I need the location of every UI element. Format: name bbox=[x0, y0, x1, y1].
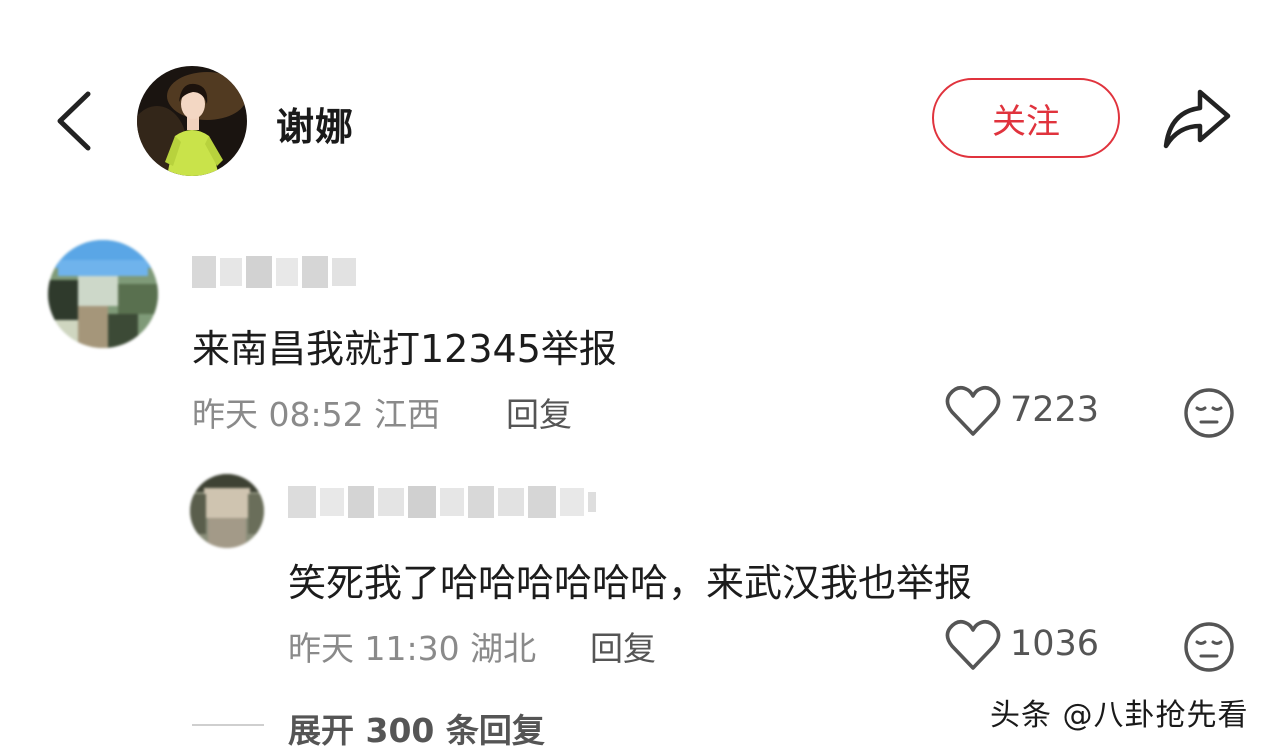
comment-meta: 昨天 08:52 江西 bbox=[192, 395, 441, 434]
dislike-button[interactable] bbox=[1182, 620, 1236, 674]
like-count: 1036 bbox=[1010, 624, 1100, 664]
commenter-name-redacted bbox=[192, 252, 360, 292]
commenter-avatar[interactable] bbox=[48, 240, 158, 348]
comment-text: 来南昌我就打12345举报 bbox=[192, 327, 617, 371]
reply-commenter-name-redacted bbox=[288, 482, 600, 522]
expand-replies-button[interactable]: 展开 300 条回复 bbox=[288, 704, 545, 752]
share-button[interactable] bbox=[1160, 86, 1234, 152]
reply-button[interactable]: 回复 bbox=[506, 388, 572, 436]
unamused-face-icon bbox=[1184, 388, 1234, 438]
reply-comment-text: 笑死我了哈哈哈哈哈哈，来武汉我也举报 bbox=[288, 561, 973, 605]
heart-icon bbox=[945, 385, 1001, 436]
author-avatar[interactable] bbox=[137, 66, 247, 176]
back-button[interactable] bbox=[52, 88, 98, 154]
watermark: 头条 @八卦抢先看 bbox=[990, 698, 1249, 733]
author-username[interactable]: 谢娜 bbox=[276, 96, 354, 151]
like-button[interactable] bbox=[944, 618, 1002, 672]
heart-icon bbox=[945, 619, 1001, 670]
pixelated-avatar-image bbox=[48, 240, 158, 348]
reply-commenter-avatar[interactable] bbox=[190, 474, 264, 548]
pixelated-name-image bbox=[192, 256, 356, 288]
back-chevron-icon bbox=[57, 91, 91, 151]
follow-button[interactable]: 关注 bbox=[932, 78, 1120, 158]
expand-divider bbox=[192, 724, 264, 726]
dislike-button[interactable] bbox=[1182, 386, 1236, 440]
pixelated-name-image bbox=[288, 486, 596, 518]
reply-button[interactable]: 回复 bbox=[590, 622, 656, 670]
avatar-image bbox=[137, 66, 247, 176]
share-arrow-icon bbox=[1163, 89, 1231, 149]
pixelated-avatar-image bbox=[190, 474, 264, 548]
like-count: 7223 bbox=[1010, 390, 1100, 430]
unamused-face-icon bbox=[1184, 622, 1234, 672]
like-button[interactable] bbox=[944, 384, 1002, 438]
reply-comment-meta: 昨天 11:30 湖北 bbox=[288, 629, 537, 668]
